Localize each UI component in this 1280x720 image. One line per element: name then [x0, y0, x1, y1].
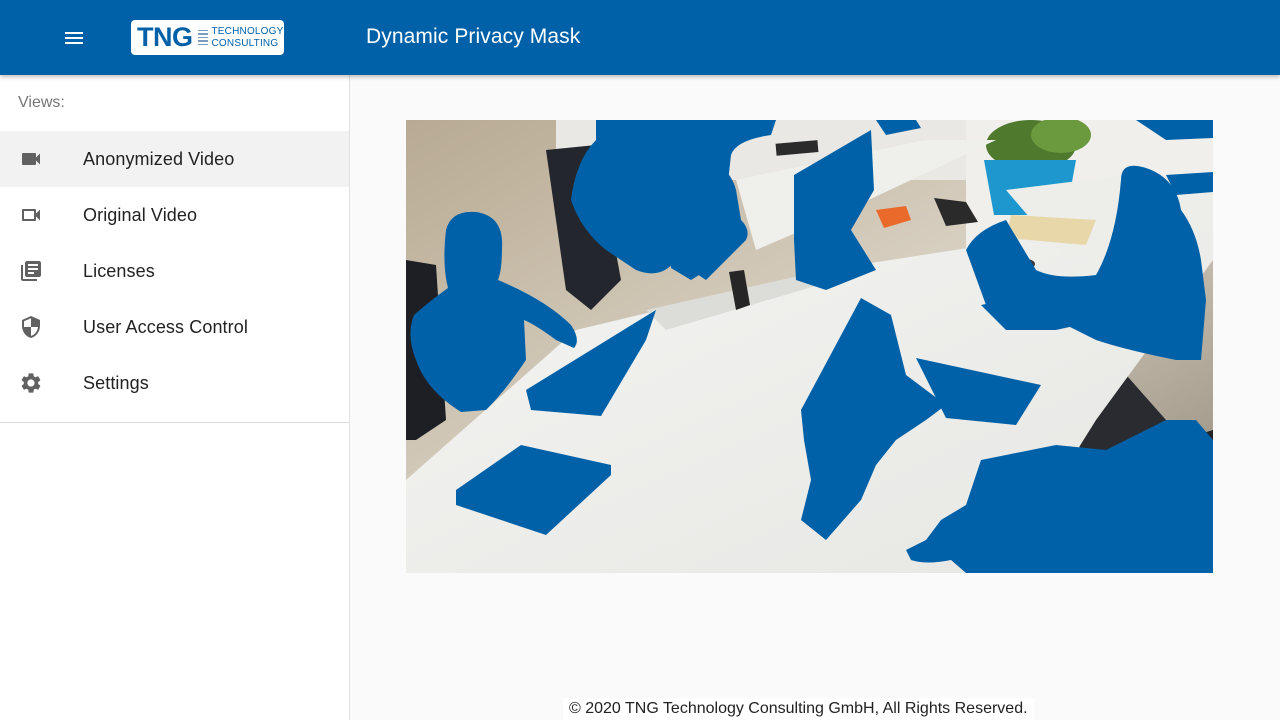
logo-brand: TNG — [137, 22, 193, 52]
nav-item-user-access-control[interactable]: User Access Control — [0, 299, 349, 355]
gear-icon — [21, 373, 41, 393]
library-books-icon — [21, 261, 41, 281]
tng-logo: TNG TECHNOLOGY CONSULTING — [131, 20, 284, 55]
anonymized-video-frame — [406, 120, 1213, 573]
nav-item-settings[interactable]: Settings — [0, 355, 349, 411]
app-bar: TNG TECHNOLOGY CONSULTING Dynamic Privac… — [0, 0, 1280, 75]
views-nav: Anonymized Video Original Video Licenses… — [0, 131, 349, 411]
nav-item-original-video[interactable]: Original Video — [0, 187, 349, 243]
nav-label: Original Video — [83, 204, 198, 225]
sidebar: Views: Anonymized Video Original Video L… — [0, 75, 350, 720]
anonymized-video-player[interactable] — [406, 120, 1213, 573]
logo-line2: CONSULTING — [211, 37, 279, 49]
nav-label: User Access Control — [83, 316, 248, 337]
videocam-filled-icon — [22, 153, 40, 165]
logo-stripes — [197, 29, 208, 46]
sidebar-divider — [0, 422, 349, 423]
nav-item-licenses[interactable]: Licenses — [0, 243, 349, 299]
videocam-outline-icon — [22, 209, 40, 221]
nav-item-anonymized-video[interactable]: Anonymized Video — [0, 131, 349, 187]
nav-label: Settings — [83, 372, 149, 393]
logo-subtitle: TECHNOLOGY CONSULTING — [212, 26, 284, 50]
shield-icon — [22, 316, 40, 338]
copyright-footer: © 2020 TNG Technology Consulting GmbH, A… — [563, 698, 1034, 720]
nav-label: Anonymized Video — [83, 148, 235, 169]
menu-button[interactable] — [54, 18, 94, 58]
menu-icon — [65, 32, 83, 44]
app-title: Dynamic Privacy Mask — [366, 25, 581, 48]
logo-line1: TECHNOLOGY — [211, 25, 284, 37]
nav-label: Licenses — [83, 260, 155, 281]
views-section-label: Views: — [18, 94, 65, 111]
